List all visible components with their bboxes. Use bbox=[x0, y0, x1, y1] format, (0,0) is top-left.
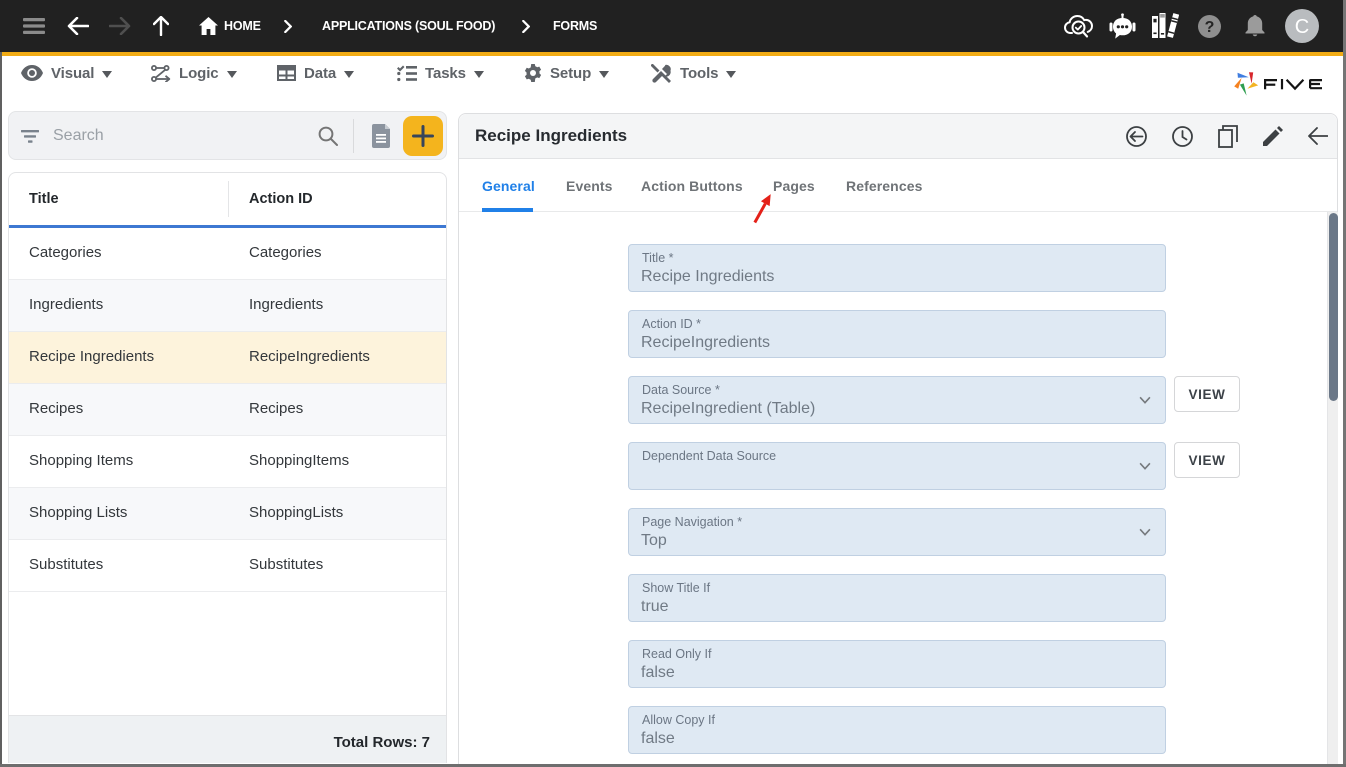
svg-text:?: ? bbox=[1204, 19, 1214, 36]
svg-text:C: C bbox=[1295, 16, 1309, 38]
